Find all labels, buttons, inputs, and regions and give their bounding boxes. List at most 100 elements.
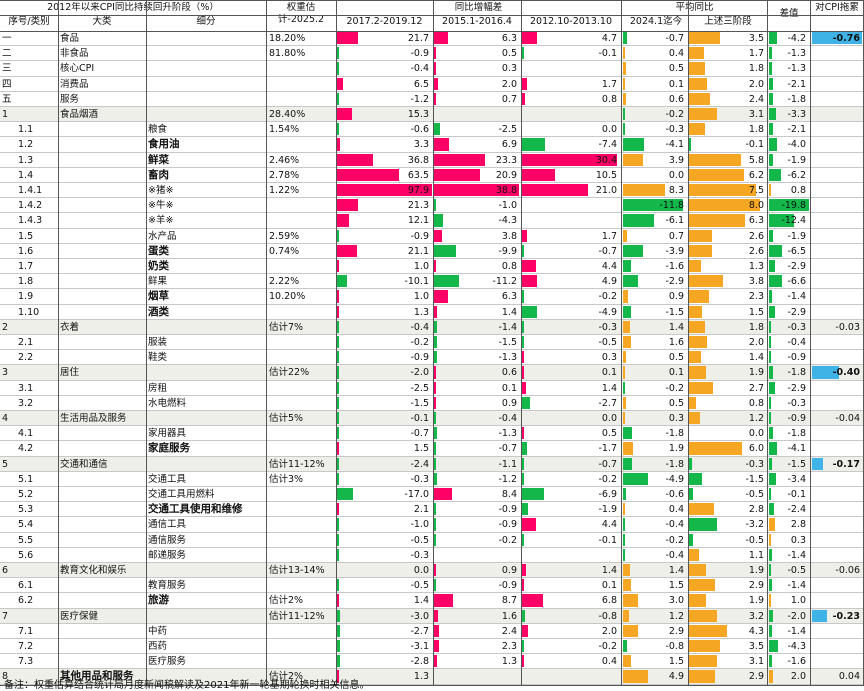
cell-text: -0.06 (835, 565, 860, 576)
cell-text: 鲜果 (148, 276, 168, 288)
cell-text: 教育服务 (148, 580, 187, 592)
cell-text: 2.3 (501, 641, 517, 652)
cell-a1: -3.9 (622, 244, 688, 258)
value-bar (623, 488, 627, 501)
cell-sub: 蛋类 (146, 244, 266, 258)
cell-text: 4.9 (668, 671, 684, 683)
table-row: 1 食品烟酒 28.40% 15.3 -0.2 3.1 -3.3 (0, 107, 864, 123)
cell-p3 (521, 548, 621, 562)
cell-text: 5 (2, 458, 9, 470)
value-bar (623, 503, 626, 516)
cell-drag (811, 198, 864, 212)
cell-a1: -0.3 (622, 122, 688, 136)
table-row: 6.1 教育服务 -0.5 -0.9 0.1 1.5 2.9 -1.4 (0, 578, 864, 594)
cell-p2: -0.9 (433, 517, 521, 531)
value-bar (337, 290, 339, 303)
value-bar (623, 260, 632, 273)
cell-text: 3.8 (748, 276, 764, 288)
cell-p3: 1.4 (521, 563, 621, 577)
cell-a1: 0.1 (622, 77, 688, 91)
cell-text: -1.2 (410, 93, 429, 105)
grid-vline (621, 0, 622, 685)
table-row: 1.8 鲜果 2.22% -10.1 -11.2 4.9 -2.9 3.8 -6.6 (0, 274, 864, 290)
cell-a2: 3.5 (688, 31, 768, 45)
cell-a1: -1.6 (622, 259, 688, 273)
cell-cat (58, 487, 146, 501)
cell-d: -2.9 (768, 381, 810, 395)
cell-cat (58, 441, 146, 455)
cell-text: 1.0 (413, 261, 429, 272)
cell-text: 通信服务 (148, 534, 187, 546)
cell-p1: -0.3 (336, 472, 433, 486)
value-bar (337, 305, 339, 318)
cell-p2: -1.0 (433, 198, 521, 212)
cell-seq: 1 (0, 107, 58, 121)
cell-w (267, 502, 335, 516)
cell-text: 0.1 (668, 367, 684, 379)
cell-text: 1.9 (748, 595, 764, 607)
cell-text: 2.2 (18, 352, 34, 364)
cell-a2: -0.3 (688, 457, 768, 471)
cell-a2: 1.5 (688, 305, 768, 319)
cell-p2: 2.0 (433, 77, 521, 91)
grid-vline (688, 0, 689, 685)
cell-cat (58, 122, 146, 136)
value-bar (623, 320, 631, 333)
cell-a1: -0.8 (622, 639, 688, 653)
cell-d: -0.1 (768, 487, 810, 501)
table-row: 1.1 粮食 1.54% -0.6 -2.5 0.0 -0.3 1.8 -2.1 (0, 122, 864, 138)
cell-text: -11.2 (492, 276, 517, 288)
value-bar (434, 32, 448, 45)
cell-sub (146, 563, 266, 577)
value-bar (434, 396, 436, 409)
cell-text: -3.3 (787, 109, 806, 120)
cell-seq: 2.1 (0, 335, 58, 349)
cell-text: 食品 (60, 33, 80, 44)
cell-seq: 1.1 (0, 122, 58, 136)
cell-p1: -0.5 (336, 533, 433, 547)
grid-hline (0, 0, 864, 1)
cell-text: 1.5 (668, 580, 684, 592)
value-bar (689, 168, 745, 181)
cell-seq: 5.2 (0, 487, 58, 501)
cell-text: -0.2 (410, 337, 429, 348)
cell-text: -2.5 (410, 382, 429, 394)
cell-drag (811, 578, 864, 592)
cell-seq: 1.10 (0, 305, 58, 319)
value-bar (337, 442, 339, 455)
cell-p1: 21.3 (336, 198, 433, 212)
cell-a2: 3.1 (688, 107, 768, 121)
value-bar (434, 442, 436, 455)
cell-text: -0.9 (410, 352, 429, 364)
cell-p1: -2.5 (336, 381, 433, 395)
value-bar (769, 366, 773, 379)
value-bar (689, 92, 711, 105)
value-bar (337, 92, 339, 105)
table-row: 1.5 水产品 2.59% -0.9 3.8 1.7 0.7 2.6 -1.9 (0, 229, 864, 244)
table-row: 1.7 奶类 1.0 0.8 4.4 -1.6 1.3 -2.9 (0, 259, 864, 275)
cell-text: 6.2 (748, 169, 764, 181)
value-bar (337, 153, 373, 166)
grid-vline (521, 0, 522, 685)
cell-text: 0.5 (601, 428, 617, 440)
cell-p1: 2.1 (336, 502, 433, 516)
cell-sub: 中药 (146, 624, 266, 638)
value-bar (522, 640, 524, 653)
cell-text: 6.3 (501, 291, 517, 303)
value-bar (623, 47, 626, 60)
value-bar (623, 624, 638, 637)
value-bar (522, 351, 524, 364)
cell-w: 1.22% (267, 183, 335, 197)
cell-text: -0.6 (665, 489, 684, 500)
cell-seq: 6.2 (0, 593, 58, 607)
cell-drag (811, 335, 864, 349)
cell-text: 5.6 (18, 549, 34, 561)
cell-text: -0.4 (665, 519, 684, 531)
cell-d: -6.5 (768, 244, 810, 258)
cell-drag (811, 502, 864, 516)
cell-text: 0.7 (501, 93, 517, 105)
cell-text: 水产品 (148, 230, 177, 242)
cell-a1: 0.7 (622, 229, 688, 243)
table-row: 7.3 医疗服务 -2.8 1.3 0.4 1.5 3.1 -1.6 (0, 654, 864, 670)
cell-w: 2.46% (267, 153, 335, 167)
